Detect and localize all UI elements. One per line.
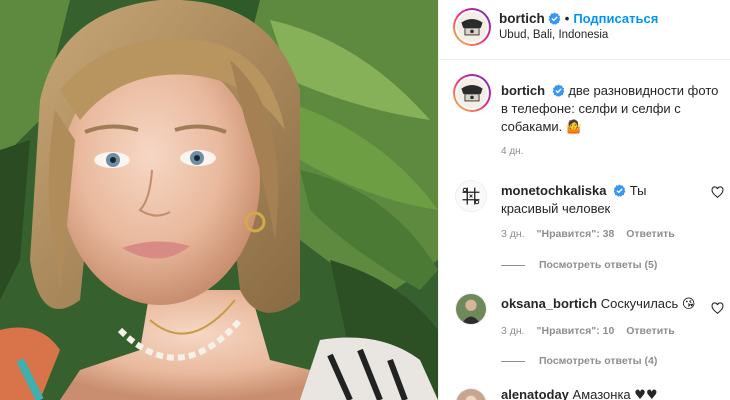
reply-button[interactable]: Ответить <box>626 228 675 240</box>
separator-dot: • <box>564 11 570 26</box>
emoji-kiss-icon: 😘 <box>681 297 696 312</box>
comment-text: oksana_bortich Соскучилась 😘 <box>501 295 701 314</box>
replies-divider <box>501 264 525 266</box>
person-photo-avatar-icon <box>456 294 486 324</box>
verified-badge-icon <box>548 12 561 25</box>
emoji-hearts-icon: ♥♥ <box>634 388 658 400</box>
comment-time[interactable]: 3 дн. <box>501 325 525 337</box>
comment-body: Амазонка <box>572 387 631 400</box>
person-photo-avatar-icon <box>456 389 486 400</box>
author-avatar[interactable] <box>453 8 491 46</box>
view-replies-button[interactable]: Посмотреть ответы (5) <box>501 259 657 271</box>
emoji-shrug-icon: 🤷 <box>565 120 583 135</box>
view-replies-label: Посмотреть ответы (4) <box>539 355 658 367</box>
heart-outline-icon[interactable] <box>711 302 724 315</box>
comment-username[interactable]: oksana_bortich <box>501 296 597 311</box>
post-photo[interactable] <box>0 0 438 400</box>
author-logo-icon <box>457 78 487 108</box>
replies-divider <box>501 360 525 362</box>
caption-username[interactable]: bortich <box>501 83 545 98</box>
author-username[interactable]: bortich <box>499 11 545 26</box>
header-author-row: bortich • Подписаться <box>499 11 658 26</box>
comment-likes[interactable]: "Нравится": 38 <box>537 228 615 240</box>
comment-body: Соскучилась <box>600 296 679 311</box>
comment-meta: 3 дн. "Нравится": 10 Ответить <box>501 325 684 337</box>
caption-time[interactable]: 4 дн. <box>501 146 523 157</box>
comment-username[interactable]: alenatoday <box>501 387 569 400</box>
comment-time[interactable]: 3 дн. <box>501 228 525 240</box>
caption-avatar[interactable] <box>453 74 491 112</box>
post-header: bortich • Подписаться Ubud, Bali, Indonesi… <box>439 0 730 60</box>
caption-text: bortich две разновидности фото в телефон… <box>501 82 727 137</box>
tic-tac-toe-avatar-icon <box>456 181 486 211</box>
comment-likes[interactable]: "Нравится": 10 <box>537 325 615 337</box>
commenter-avatar[interactable] <box>455 180 487 212</box>
author-logo-icon <box>457 12 487 42</box>
comment-username[interactable]: monetochkaliska <box>501 183 607 198</box>
comment-meta: 3 дн. "Нравится": 38 Ответить <box>501 228 684 240</box>
post-side-panel: bortich • Подписаться Ubud, Bali, Indonesi… <box>438 0 730 400</box>
view-replies-button[interactable]: Посмотреть ответы (4) <box>501 355 657 367</box>
commenter-avatar[interactable] <box>455 388 487 400</box>
view-replies-label: Посмотреть ответы (5) <box>539 259 658 271</box>
comment-text: alenatoday Амазонка ♥♥ <box>501 386 701 400</box>
verified-badge-icon <box>613 184 626 197</box>
reply-button[interactable]: Ответить <box>626 325 675 337</box>
selfie-image <box>0 0 438 400</box>
post-location[interactable]: Ubud, Bali, Indonesia <box>499 29 608 41</box>
verified-badge-icon <box>552 84 565 97</box>
comment-text: monetochkaliska Ты красивый человек <box>501 182 701 218</box>
commenter-avatar[interactable] <box>455 293 487 325</box>
heart-outline-icon[interactable] <box>711 186 724 199</box>
follow-button[interactable]: Подписаться <box>573 11 658 26</box>
